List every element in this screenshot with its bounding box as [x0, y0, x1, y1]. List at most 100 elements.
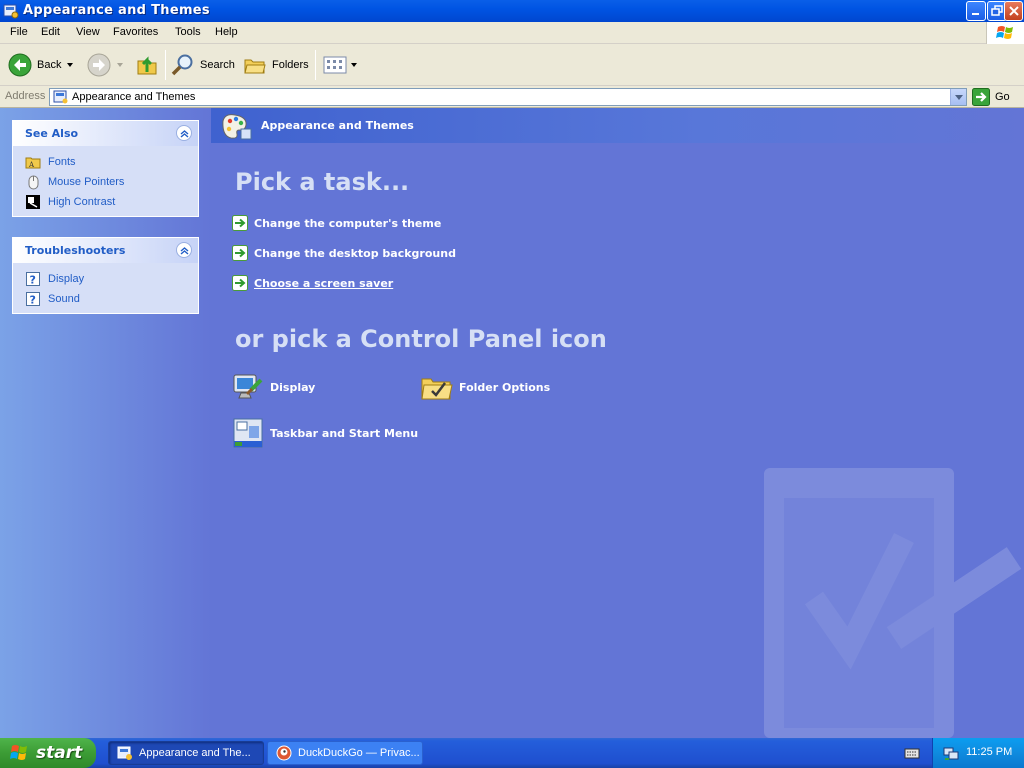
search-icon [171, 54, 193, 76]
up-folder-icon [137, 56, 157, 75]
chevron-up-icon [180, 247, 189, 255]
search-label: Search [200, 59, 235, 71]
sidebar-item-sound[interactable]: ? Sound [25, 289, 198, 309]
taskbar-button-label: DuckDuckGo — Privac... [298, 747, 420, 759]
address-input[interactable]: Appearance and Themes [49, 88, 967, 106]
display-icon [233, 374, 263, 399]
folders-label: Folders [272, 59, 309, 71]
troubleshooters-panel: Troubleshooters ? Display ? Sound [12, 237, 199, 314]
folders-icon [244, 59, 266, 74]
pick-icon-heading: or pick a Control Panel icon [235, 325, 607, 353]
minimize-button[interactable] [966, 1, 986, 21]
see-also-header[interactable]: See Also [13, 121, 198, 146]
menu-help[interactable]: Help [215, 26, 238, 38]
window-title: Appearance and Themes [23, 3, 210, 18]
title-bar[interactable]: Appearance and Themes [0, 0, 1024, 22]
troubleshooters-title: Troubleshooters [25, 244, 126, 257]
menu-bar: File Edit View Favorites Tools Help [0, 22, 1024, 44]
views-icon [323, 56, 347, 74]
troubleshooters-header[interactable]: Troubleshooters [13, 238, 198, 263]
toolbar: Back Search Folders [0, 44, 1024, 86]
forward-dropdown-icon[interactable] [117, 63, 123, 67]
sidebar-item-label: Sound [48, 293, 80, 305]
minimize-icon [972, 13, 979, 15]
cp-icon-label: Folder Options [459, 380, 551, 394]
menu-tools[interactable]: Tools [175, 26, 201, 38]
close-icon [1009, 6, 1019, 16]
start-label: start [36, 743, 83, 763]
views-dropdown-icon[interactable] [351, 63, 357, 67]
sidebar-item-display[interactable]: ? Display [25, 269, 198, 289]
back-dropdown-icon[interactable] [67, 63, 74, 67]
go-label: Go [995, 91, 1010, 103]
up-folder-button[interactable] [136, 44, 158, 86]
taskbar-button-appearance[interactable]: Appearance and The... [108, 741, 264, 765]
green-arrow-icon [232, 275, 248, 291]
views-button[interactable] [323, 44, 357, 86]
task-label: Choose a screen saver [254, 276, 394, 290]
mouse-icon [28, 175, 39, 190]
menu-view[interactable]: View [76, 26, 100, 38]
collapse-button[interactable] [176, 125, 192, 141]
address-dropdown-button[interactable] [950, 89, 966, 105]
duckduckgo-icon [276, 745, 292, 761]
keyboard-icon[interactable] [904, 745, 920, 761]
collapse-button[interactable] [176, 242, 192, 258]
menu-edit[interactable]: Edit [41, 26, 60, 38]
go-arrow-icon [972, 88, 990, 106]
address-bar: Address Appearance and Themes Go [0, 86, 1024, 108]
restore-icon [991, 5, 1003, 16]
sidebar-item-fonts[interactable]: A Fonts [25, 152, 198, 172]
folder-options-icon [421, 378, 453, 400]
start-button[interactable]: start [0, 738, 96, 768]
forward-button[interactable] [87, 44, 123, 86]
chevron-up-icon [180, 130, 189, 138]
task-change-theme[interactable]: Change the computer's theme [232, 214, 441, 232]
sidebar-item-label: Fonts [48, 156, 76, 168]
windows-flag-icon [10, 745, 27, 760]
taskbar: start Appearance and The... DuckDuckGo —… [0, 738, 1024, 768]
sidebar-item-label: Mouse Pointers [48, 176, 125, 188]
folders-button[interactable]: Folders [243, 44, 309, 86]
address-label: Address [5, 90, 46, 102]
menu-favorites[interactable]: Favorites [113, 26, 158, 38]
pick-task-heading: Pick a task... [235, 168, 410, 196]
help-icon: ? [26, 272, 40, 287]
task-screen-saver[interactable]: Choose a screen saver [232, 274, 393, 292]
task-label: Change the computer's theme [254, 216, 442, 230]
sidebar-item-mouse-pointers[interactable]: Mouse Pointers [25, 172, 198, 192]
cp-icon-taskbar[interactable]: Taskbar and Start Menu [231, 416, 418, 450]
search-button[interactable]: Search [171, 44, 235, 86]
help-icon: ? [26, 292, 40, 307]
menu-file[interactable]: File [10, 26, 28, 38]
control-panel-icon [3, 4, 19, 19]
toolbar-separator [165, 50, 166, 80]
windows-logo [986, 22, 1024, 44]
toolbar-separator [315, 50, 316, 80]
high-contrast-icon [26, 195, 40, 209]
sidebar-item-label: Display [48, 273, 85, 285]
network-icon[interactable] [943, 745, 959, 761]
system-tray: 11:25 PM [932, 738, 1024, 768]
go-button[interactable]: Go [972, 88, 1010, 106]
taskbar-button-duckduckgo[interactable]: DuckDuckGo — Privac... [267, 741, 423, 765]
back-arrow-icon [8, 53, 32, 77]
content-title: Appearance and Themes [261, 119, 414, 132]
green-arrow-icon [232, 245, 248, 261]
green-arrow-icon [232, 215, 248, 231]
back-button[interactable]: Back [8, 44, 74, 86]
address-value: Appearance and Themes [72, 91, 196, 103]
task-change-background[interactable]: Change the desktop background [232, 244, 456, 262]
task-pane: See Also A Fonts Mouse Pointers High Con… [0, 108, 211, 738]
close-button[interactable] [1004, 1, 1023, 21]
clock[interactable]: 11:25 PM [966, 746, 1012, 758]
control-panel-icon [53, 90, 68, 104]
task-label: Change the desktop background [254, 246, 456, 260]
cp-icon-folder-options[interactable]: Folder Options [420, 370, 550, 404]
cp-icon-display[interactable]: Display [231, 370, 315, 404]
see-also-title: See Also [25, 127, 79, 140]
forward-arrow-icon [87, 53, 111, 77]
windows-flag-icon [996, 26, 1013, 39]
sidebar-item-high-contrast[interactable]: High Contrast [25, 192, 198, 212]
see-also-panel: See Also A Fonts Mouse Pointers High Con… [12, 120, 199, 217]
